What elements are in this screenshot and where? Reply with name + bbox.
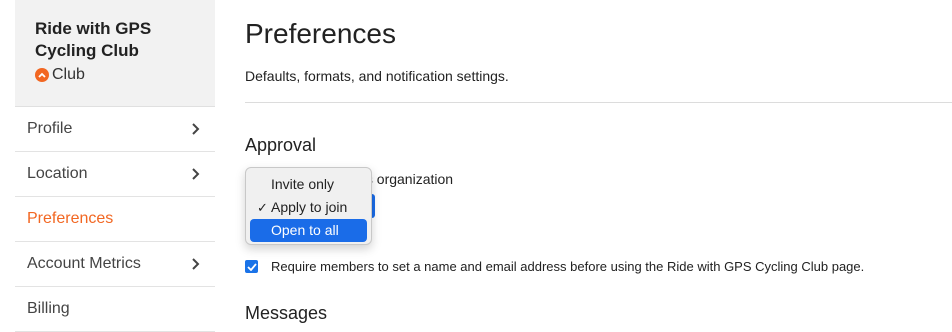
page-title: Preferences xyxy=(245,18,396,49)
sidebar-item-account-metrics[interactable]: Account Metrics xyxy=(15,242,215,287)
section-title-messages: Messages xyxy=(245,303,328,323)
sidebar-item-preferences[interactable]: Preferences xyxy=(15,197,215,242)
section-title-approval: Approval xyxy=(245,135,317,155)
require-info-option: Require members to set a name and email … xyxy=(245,259,864,274)
club-icon xyxy=(35,68,49,82)
org-type-label: Club xyxy=(52,66,85,83)
require-info-checkbox[interactable] xyxy=(245,260,258,273)
option-label: Apply to join xyxy=(271,199,348,215)
chevron-right-icon xyxy=(189,122,201,136)
org-type: Club xyxy=(35,66,215,84)
page-subtitle: Defaults, formats, and notification sett… xyxy=(245,68,509,84)
approval-dropdown-menu: Invite only ✓ Apply to join Open to all xyxy=(245,167,372,245)
sidebar-item-profile[interactable]: Profile xyxy=(15,107,215,152)
option-label: Open to all xyxy=(271,222,339,238)
divider xyxy=(245,102,952,103)
option-label: Invite only xyxy=(271,176,335,192)
sidebar-item-label: Billing xyxy=(27,300,70,317)
dropdown-option-apply-to-join[interactable]: ✓ Apply to join xyxy=(250,196,367,219)
sidebar-item-location[interactable]: Location xyxy=(15,152,215,197)
org-name: Ride with GPS Cycling Club xyxy=(35,19,152,60)
sidebar-item-label: Profile xyxy=(27,120,73,137)
require-info-label: Require members to set a name and email … xyxy=(271,259,865,274)
sidebar-item-billing[interactable]: Billing xyxy=(15,287,215,332)
chevron-right-icon xyxy=(189,167,201,181)
dropdown-option-open-to-all[interactable]: Open to all xyxy=(250,219,367,242)
checkmark-icon: ✓ xyxy=(257,200,268,215)
sidebar-item-label: Preferences xyxy=(27,210,114,227)
sidebar: Ride with GPS Cycling Club Club Profile … xyxy=(15,0,215,332)
sidebar-item-label: Location xyxy=(27,165,88,182)
sidebar-item-label: Account Metrics xyxy=(27,255,141,272)
org-header: Ride with GPS Cycling Club Club xyxy=(15,0,215,107)
dropdown-option-invite-only[interactable]: Invite only xyxy=(250,173,367,196)
chevron-right-icon xyxy=(189,257,201,271)
